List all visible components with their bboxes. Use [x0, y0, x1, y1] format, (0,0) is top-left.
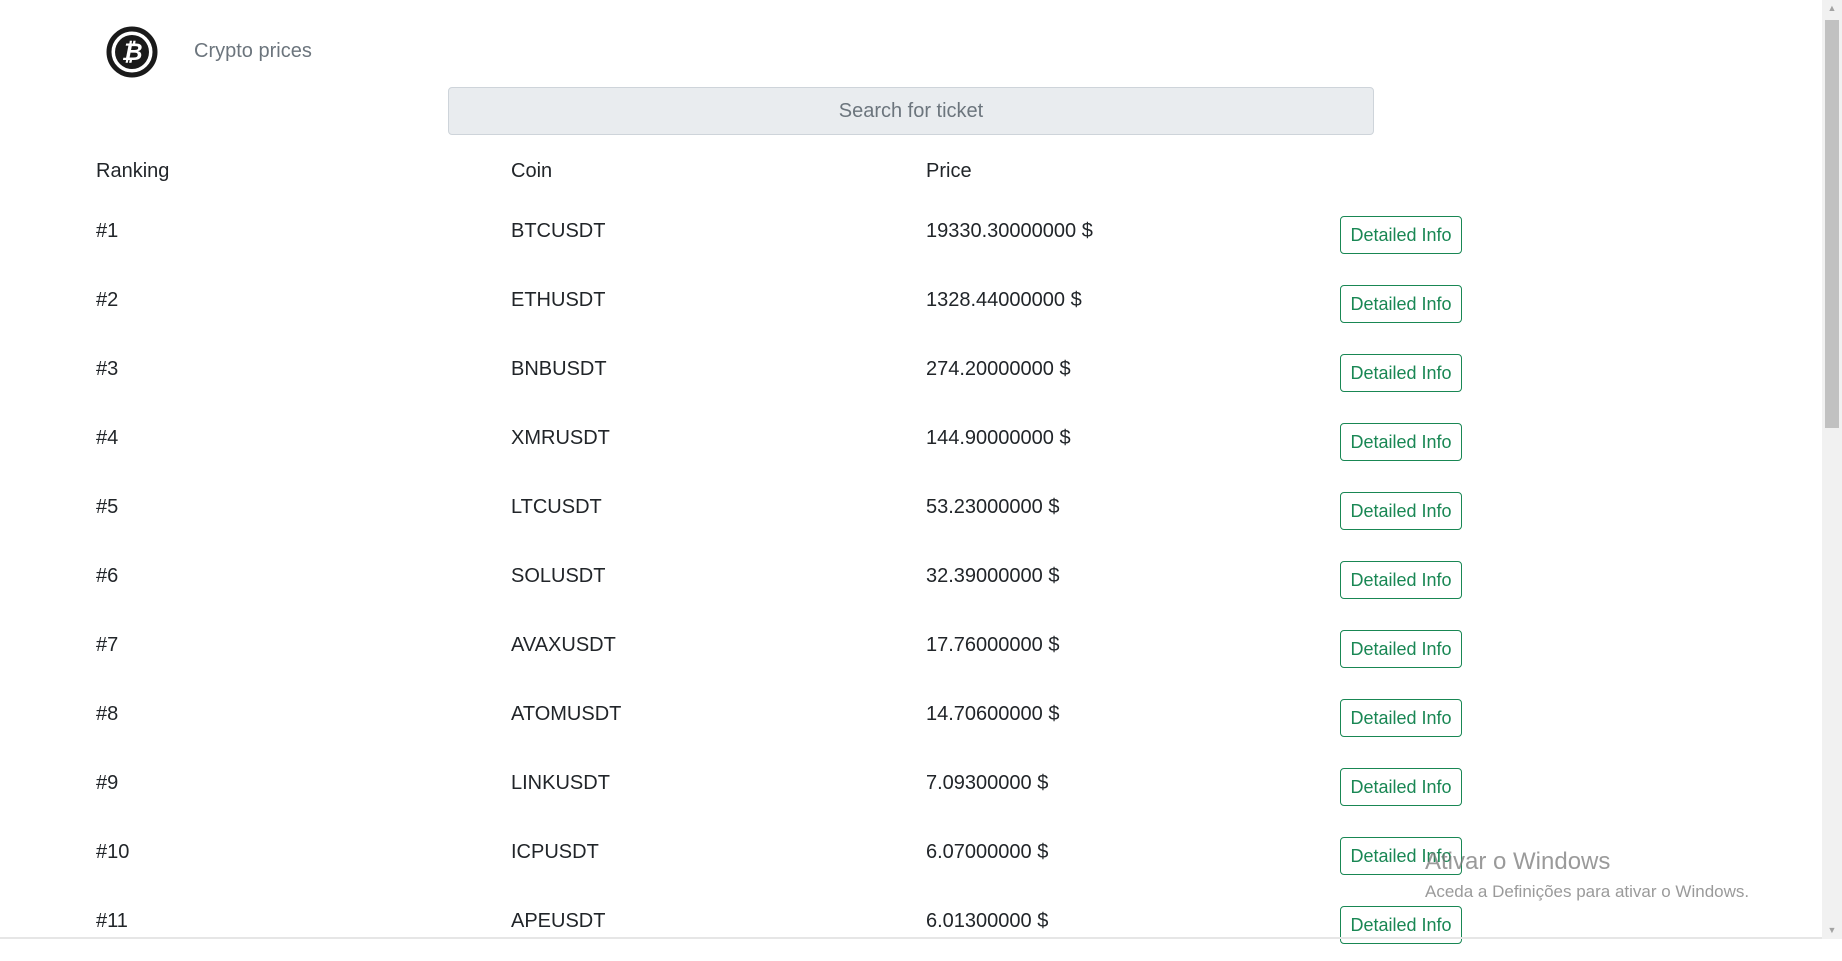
header-coin: Coin	[511, 160, 553, 182]
coin-cell: AVAXUSDT	[511, 634, 616, 656]
detailed-info-button[interactable]: Detailed Info	[1340, 216, 1462, 254]
table-row: #1 BTCUSDT 19330.30000000 $ Detailed Info	[96, 202, 1756, 271]
svg-text:₿: ₿	[121, 39, 142, 66]
vertical-scrollbar[interactable]: ▲ ▼	[1822, 0, 1842, 939]
table-row: #2 ETHUSDT 1328.44000000 $ Detailed Info	[96, 271, 1756, 340]
table-row: #5 LTCUSDT 53.23000000 $ Detailed Info	[96, 478, 1756, 547]
price-cell: 19330.30000000 $	[926, 220, 1093, 242]
coin-cell: XMRUSDT	[511, 427, 610, 449]
coin-cell: BTCUSDT	[511, 220, 606, 242]
table-row: #3 BNBUSDT 274.20000000 $ Detailed Info	[96, 340, 1756, 409]
search-input[interactable]	[448, 87, 1374, 135]
watermark-title: Ativar o Windows	[1425, 848, 1611, 875]
table-row: #7 AVAXUSDT 17.76000000 $ Detailed Info	[96, 616, 1756, 685]
detailed-info-button[interactable]: Detailed Info	[1340, 492, 1462, 530]
coin-table: Ranking Coin Price #1 BTCUSDT 19330.300000…	[96, 150, 1756, 961]
table-header: Ranking Coin Price	[96, 150, 1756, 202]
detailed-info-button[interactable]: Detailed Info	[1340, 423, 1462, 461]
header-ranking: Ranking	[96, 160, 170, 182]
rank-cell: #1	[96, 220, 119, 242]
coin-cell: SOLUSDT	[511, 565, 606, 587]
coin-cell: LINKUSDT	[511, 772, 610, 794]
coin-cell: BNBUSDT	[511, 358, 607, 380]
windows-activation-watermark: Ativar o Windows Aceda a Definições para…	[1425, 848, 1749, 902]
detailed-info-button[interactable]: Detailed Info	[1340, 354, 1462, 392]
rank-cell: #10	[96, 841, 130, 863]
table-row: #8 ATOMUSDT 14.70600000 $ Detailed Info	[96, 685, 1756, 754]
scroll-up-arrow-icon[interactable]: ▲	[1822, 0, 1842, 17]
coin-cell: LTCUSDT	[511, 496, 602, 518]
price-cell: 6.07000000 $	[926, 841, 1049, 863]
price-cell: 274.20000000 $	[926, 358, 1071, 380]
coin-cell: APEUSDT	[511, 910, 606, 932]
price-cell: 6.01300000 $	[926, 910, 1049, 932]
scroll-down-arrow-icon[interactable]: ▼	[1822, 922, 1842, 939]
table-row: #9 LINKUSDT 7.09300000 $ Detailed Info	[96, 754, 1756, 823]
coin-cell: ICPUSDT	[511, 841, 599, 863]
rank-cell: #5	[96, 496, 119, 518]
rank-cell: #11	[96, 910, 128, 932]
navbar: ₿ Crypto prices	[0, 0, 1822, 88]
detailed-info-button[interactable]: Detailed Info	[1340, 699, 1462, 737]
table-row: #11 APEUSDT 6.01300000 $ Detailed Info	[96, 892, 1756, 961]
watermark-subtitle: Aceda a Definições para ativar o Windows…	[1425, 882, 1750, 901]
table-row: #4 XMRUSDT 144.90000000 $ Detailed Info	[96, 409, 1756, 478]
price-cell: 144.90000000 $	[926, 427, 1071, 449]
scrollbar-thumb[interactable]	[1825, 20, 1839, 428]
price-cell: 32.39000000 $	[926, 565, 1060, 587]
rank-cell: #8	[96, 703, 119, 725]
rank-cell: #9	[96, 772, 119, 794]
rank-cell: #2	[96, 289, 119, 311]
price-cell: 7.09300000 $	[926, 772, 1049, 794]
header-price: Price	[926, 160, 972, 182]
coin-cell: ATOMUSDT	[511, 703, 622, 725]
rank-cell: #7	[96, 634, 119, 656]
detailed-info-button[interactable]: Detailed Info	[1340, 630, 1462, 668]
detailed-info-button[interactable]: Detailed Info	[1340, 285, 1462, 323]
price-cell: 17.76000000 $	[926, 634, 1060, 656]
bitcoin-icon[interactable]: ₿	[106, 26, 158, 78]
price-cell: 1328.44000000 $	[926, 289, 1082, 311]
rank-cell: #4	[96, 427, 119, 449]
price-cell: 14.70600000 $	[926, 703, 1060, 725]
brand-title[interactable]: Crypto prices	[194, 40, 312, 63]
rank-cell: #6	[96, 565, 119, 587]
detailed-info-button[interactable]: Detailed Info	[1340, 768, 1462, 806]
detailed-info-button[interactable]: Detailed Info	[1340, 561, 1462, 599]
table-row: #6 SOLUSDT 32.39000000 $ Detailed Info	[96, 547, 1756, 616]
rank-cell: #3	[96, 358, 119, 380]
price-cell: 53.23000000 $	[926, 496, 1060, 518]
coin-cell: ETHUSDT	[511, 289, 606, 311]
